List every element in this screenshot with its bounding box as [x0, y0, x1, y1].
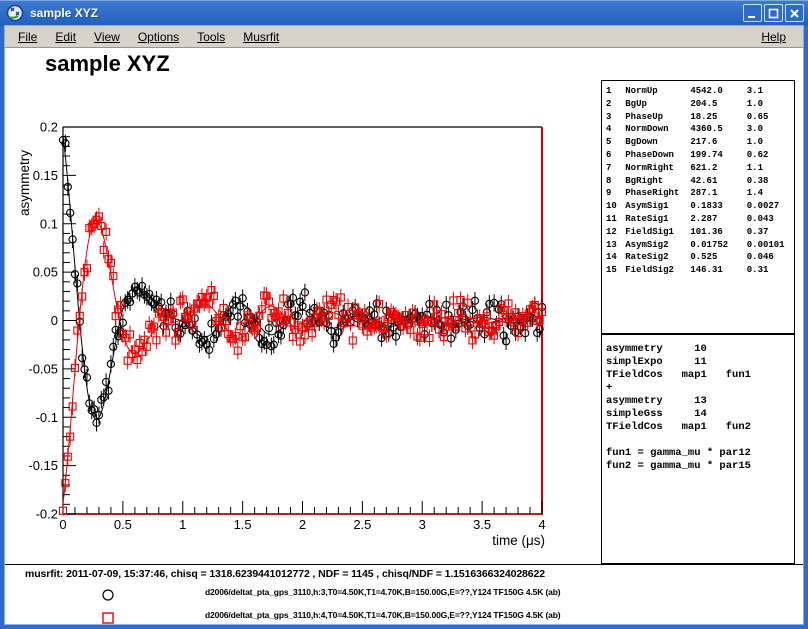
- svg-text:4: 4: [538, 517, 545, 532]
- legend-entry: d2006/deltat_pta_gps_3110,h:3,T0=4.50K,T…: [5, 584, 803, 607]
- fit-parameter-table: 1NormUp4542.03.12BgUp204.51.03PhaseUp18.…: [601, 80, 795, 334]
- parameter-row: 9PhaseRight287.11.4: [606, 187, 794, 200]
- svg-text:2.5: 2.5: [353, 517, 371, 532]
- svg-text:3: 3: [419, 517, 426, 532]
- window-body: File Edit View Options Tools Musrfit Hel…: [5, 26, 803, 624]
- svg-text:-0.05: -0.05: [28, 361, 58, 376]
- theory-curve-0: [63, 136, 542, 420]
- menu-view[interactable]: View: [87, 28, 127, 46]
- data-series-0: [59, 131, 545, 431]
- svg-text:0.1: 0.1: [40, 216, 58, 231]
- menubar: File Edit View Options Tools Musrfit Hel…: [5, 26, 803, 48]
- circle-marker-icon: [101, 588, 115, 602]
- svg-text:-0.2: -0.2: [36, 507, 58, 522]
- svg-text:-0.1: -0.1: [36, 410, 58, 425]
- menu-file[interactable]: File: [11, 28, 44, 46]
- theory-function-box: asymmetry 10 simplExpo 11 TFieldCos map1…: [601, 334, 795, 564]
- parameter-row: 15FieldSig2146.310.31: [606, 264, 794, 277]
- svg-text:0.15: 0.15: [33, 168, 58, 183]
- root-canvas[interactable]: sample XYZ 00.511.522.533.540.20.150.10.…: [5, 48, 803, 624]
- menu-help[interactable]: Help: [754, 28, 793, 46]
- window-controls: [743, 4, 804, 22]
- svg-text:0: 0: [59, 517, 66, 532]
- legend-entry: d2006/deltat_pta_gps_3110,h:4,T0=4.50K,T…: [5, 607, 803, 624]
- minimize-button[interactable]: [743, 4, 762, 22]
- menu-musrfit[interactable]: Musrfit: [236, 28, 286, 46]
- svg-text:0.2: 0.2: [40, 120, 58, 135]
- info-divider-line: [5, 564, 803, 565]
- svg-text:2: 2: [299, 517, 306, 532]
- svg-text:0.5: 0.5: [114, 517, 132, 532]
- parameter-row: 2BgUp204.51.0: [606, 98, 794, 111]
- legend-label: d2006/deltat_pta_gps_3110,h:4,T0=4.50K,T…: [205, 610, 560, 620]
- svg-text:0: 0: [51, 313, 58, 328]
- axis-titles: asymmetry time (μs): [17, 150, 545, 548]
- theory-lines: asymmetry 10 simplExpo 11 TFieldCos map1…: [602, 335, 794, 473]
- theory-curve-1: [63, 221, 542, 504]
- svg-text:-0.15: -0.15: [28, 458, 58, 473]
- svg-text:3.5: 3.5: [473, 517, 491, 532]
- parameter-row: 1NormUp4542.03.1: [606, 85, 794, 98]
- titlebar[interactable]: sample XYZ: [0, 0, 808, 26]
- square-marker-icon: [101, 611, 115, 624]
- data-series-1: [60, 208, 546, 520]
- parameter-row: 12FieldSig1101.360.37: [606, 226, 794, 239]
- parameter-row: 11RateSig12.2870.043: [606, 213, 794, 226]
- window-title: sample XYZ: [30, 6, 743, 20]
- parameter-row: 3PhaseUp18.250.65: [606, 111, 794, 124]
- parameter-row: 7NormRight621.21.1: [606, 162, 794, 175]
- parameter-row: 4NormDown4360.53.0: [606, 123, 794, 136]
- menu-edit[interactable]: Edit: [48, 28, 83, 46]
- parameter-row: 8BgRight42.610.38: [606, 175, 794, 188]
- svg-text:1.5: 1.5: [234, 517, 252, 532]
- parameter-row: 13AsymSig20.017520.00101: [606, 239, 794, 252]
- parameter-row: 14RateSig20.5250.046: [606, 251, 794, 264]
- menu-tools[interactable]: Tools: [190, 28, 232, 46]
- y-axis-title: asymmetry: [17, 150, 32, 216]
- fit-info-line: musrfit: 2011-07-09, 15:37:46, chisq = 1…: [25, 568, 545, 580]
- x-axis-title: time (μs): [492, 533, 545, 548]
- parameter-rows: 1NormUp4542.03.12BgUp204.51.03PhaseUp18.…: [606, 85, 794, 277]
- legend-label: d2006/deltat_pta_gps_3110,h:3,T0=4.50K,T…: [205, 587, 560, 597]
- app-window: sample XYZ File Edit View Options Tools …: [0, 0, 808, 629]
- parameter-row: 6PhaseDown199.740.62: [606, 149, 794, 162]
- close-button[interactable]: [785, 4, 804, 22]
- menu-options[interactable]: Options: [131, 28, 186, 46]
- legend: d2006/deltat_pta_gps_3110,h:3,T0=4.50K,T…: [5, 584, 803, 624]
- svg-text:1: 1: [179, 517, 186, 532]
- maximize-button[interactable]: [764, 4, 783, 22]
- parameter-row: 5BgDown217.61.0: [606, 136, 794, 149]
- root-app-icon: [6, 4, 24, 22]
- svg-text:0.05: 0.05: [33, 265, 58, 280]
- parameter-row: 10AsymSig10.18330.0027: [606, 200, 794, 213]
